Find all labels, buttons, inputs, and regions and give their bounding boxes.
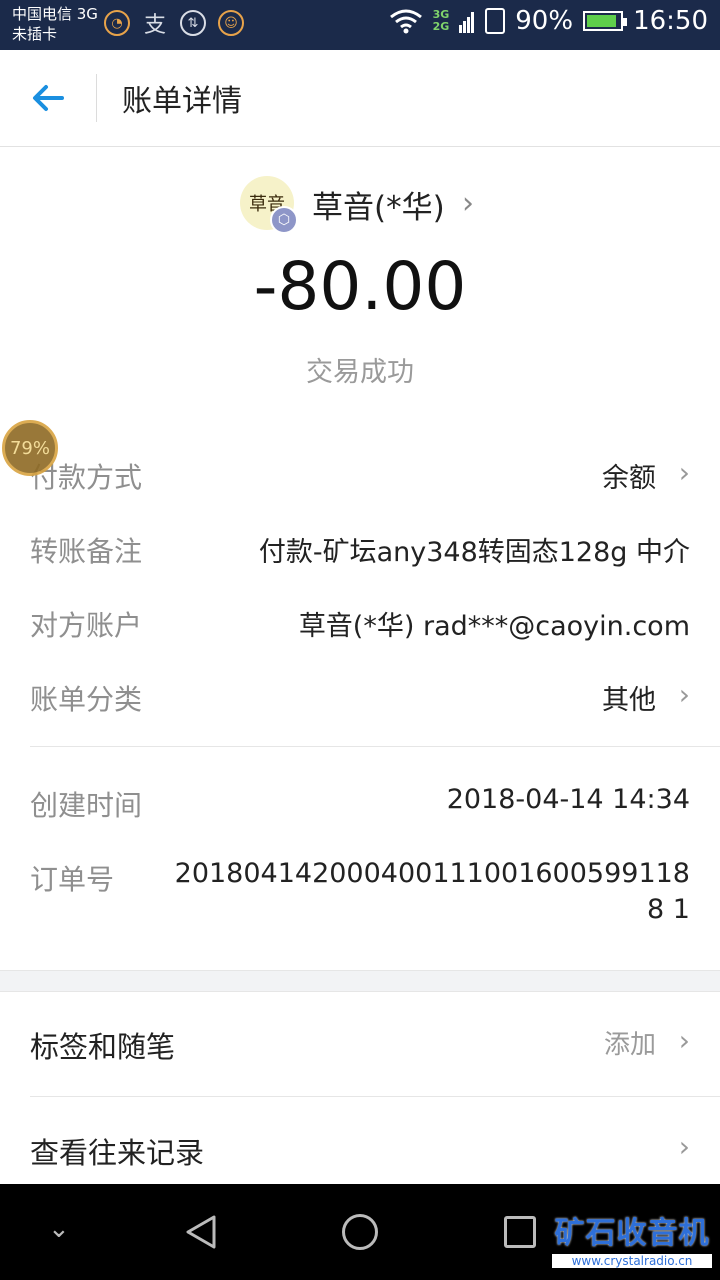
view-history-row[interactable]: 查看往来记录 ›	[30, 1120, 690, 1180]
bill-category-value: 其他	[602, 685, 656, 716]
battery-percent: 90%	[515, 6, 574, 36]
merchant-link[interactable]: 草音 ⬡ 草音(*华) ›	[0, 172, 720, 234]
app-header: 账单详情	[0, 50, 720, 147]
bill-category-row[interactable]: 账单分类 其他 ›	[30, 670, 690, 720]
payment-method-row[interactable]: 付款方式 余额 ›	[30, 448, 690, 498]
transfer-note-label: 转账备注	[30, 535, 143, 568]
status-right: 3G 2G 90% 16:50	[389, 6, 708, 36]
carrier-info: 中国电信 3G 未插卡	[12, 4, 98, 44]
view-history-label: 查看往来记录	[30, 1136, 205, 1170]
watermark-title: 矿石收音机	[554, 1216, 710, 1251]
order-number-label: 订单号	[30, 863, 115, 896]
chevron-right-icon: ›	[678, 678, 690, 711]
hide-nav-icon[interactable]: ⌄	[48, 1214, 70, 1244]
divider	[30, 1096, 720, 1097]
floating-speed-ball[interactable]: 79%	[2, 420, 58, 476]
bill-category-label: 账单分类	[30, 683, 143, 716]
network-type: 3G 2G	[433, 9, 450, 33]
transfer-note-value: 付款-矿坛any348转固态128g 中介	[258, 537, 690, 568]
transaction-amount: -80.00	[253, 248, 467, 325]
uc-browser-icon: ◔	[104, 10, 130, 36]
battery-icon	[583, 11, 628, 31]
created-time-label: 创建时间	[30, 789, 143, 822]
section-gap	[0, 970, 720, 992]
notification-icons: ◔ 支 ⇅ ☺	[104, 10, 244, 38]
watermark-url: www.crystalradio.cn	[552, 1254, 712, 1268]
chevron-right-icon: ›	[678, 1024, 690, 1057]
chevron-right-icon: ›	[678, 456, 690, 489]
order-number-value: 2018041420004001110016005991188 1	[174, 858, 690, 925]
transaction-status: 交易成功	[306, 357, 414, 388]
carrier-name: 中国电信 3G	[12, 5, 98, 23]
system-nav-bar: ⌄ 矿石收音机 www.crystalradio.cn	[0, 1184, 720, 1280]
counterparty-row: 对方账户 草音(*华) rad***@caoyin.com	[30, 596, 690, 646]
tags-notes-row[interactable]: 标签和随笔 添加 ›	[30, 1014, 690, 1074]
page-title: 账单详情	[122, 84, 242, 119]
counterparty-value: 草音(*华) rad***@caoyin.com	[298, 611, 690, 642]
status-bar: 中国电信 3G 未插卡 ◔ 支 ⇅ ☺ 3G 2G 90% 16:50	[0, 0, 720, 50]
nav-home-icon[interactable]	[342, 1214, 378, 1250]
nav-back-icon[interactable]	[184, 1214, 218, 1250]
wifi-icon	[389, 9, 422, 34]
emoji-icon: ☺	[218, 10, 244, 36]
battery-fill	[587, 15, 616, 27]
transfer-note-row: 转账备注 付款-矿坛any348转固态128g 中介	[30, 522, 690, 572]
clock: 16:50	[633, 6, 708, 36]
no-sim-icon	[485, 8, 506, 34]
created-time-row: 创建时间 2018-04-14 14:34	[30, 776, 690, 826]
created-time-value: 2018-04-14 14:34	[446, 784, 690, 815]
verified-badge-icon: ⬡	[270, 206, 298, 234]
header-divider	[96, 74, 97, 122]
signal-icon	[459, 12, 475, 33]
add-tag-link: 添加	[603, 1030, 656, 1060]
watermark: 矿石收音机 www.crystalradio.cn	[552, 1208, 712, 1268]
alipay-icon: 支	[143, 13, 166, 38]
back-arrow-icon[interactable]	[28, 78, 68, 118]
chevron-right-icon: ›	[678, 1130, 690, 1163]
tags-notes-label: 标签和随笔	[30, 1030, 176, 1064]
merchant-name: 草音(*华)	[312, 190, 445, 226]
sim-status: 未插卡	[12, 25, 58, 43]
counterparty-label: 对方账户	[30, 609, 143, 642]
payment-method-value: 余额	[602, 463, 656, 494]
nav-recents-icon[interactable]	[504, 1216, 536, 1248]
network-2g: 2G	[432, 20, 450, 33]
divider	[30, 746, 720, 747]
sync-icon: ⇅	[180, 10, 206, 36]
chevron-right-icon: ›	[462, 186, 474, 221]
